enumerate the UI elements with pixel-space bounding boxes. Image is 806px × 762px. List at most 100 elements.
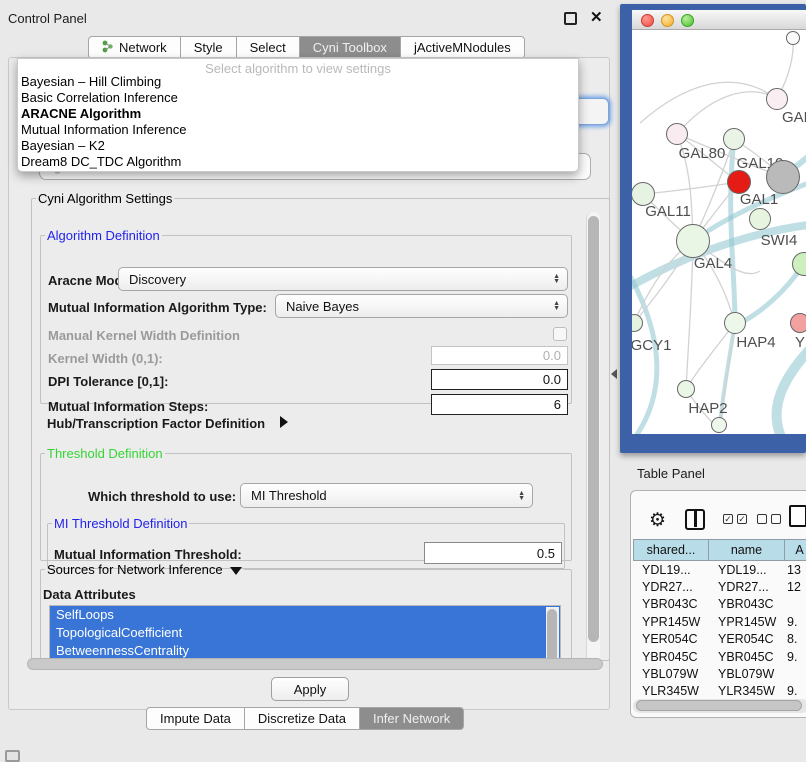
node-gal10[interactable] (723, 128, 745, 150)
scrollbar-thumb[interactable] (588, 216, 599, 642)
column-header-A[interactable]: A (785, 539, 806, 561)
node-label: GAL80 (679, 145, 726, 162)
float-window-icon[interactable] (564, 12, 577, 25)
deselect-all-icon[interactable] (771, 514, 781, 524)
table-row[interactable]: YDL19...YDL19...13 (633, 561, 806, 578)
minimize-window-icon[interactable] (661, 14, 674, 27)
table-row[interactable]: YLR345WYLR345W9. (633, 683, 806, 700)
zoom-window-icon[interactable] (681, 14, 694, 27)
algorithm-definition-title: Algorithm Definition (45, 228, 162, 243)
node-table: shared...nameA YDL19...YDL19...13YDR27..… (633, 539, 806, 718)
node-y[interactable] (790, 313, 806, 333)
control-panel-title: Control Panel (8, 11, 87, 26)
attribute-list-item[interactable]: TopologicalCoefficient (50, 624, 560, 642)
tab-jactivemnodules[interactable]: jActiveMNodules (401, 36, 525, 59)
node-swi4[interactable] (749, 208, 771, 230)
node-hap2[interactable] (677, 380, 695, 398)
panel-collapse-arrow-icon[interactable] (611, 369, 617, 379)
network-canvas[interactable]: GALGAL80GAL10GAL1GAL11SWI4GAL4GCY1HAP4YH… (632, 31, 806, 434)
network-window-frame[interactable]: GALGAL80GAL10GAL1GAL11SWI4GAL4GCY1HAP4YH… (620, 4, 806, 453)
tab-label: Network (119, 40, 167, 55)
kernel-width-field[interactable]: 0.0 (431, 346, 568, 365)
close-window-icon[interactable] (641, 14, 654, 27)
node[interactable] (711, 417, 727, 433)
manual-kernel-checkbox[interactable] (553, 327, 567, 341)
dropdown-item[interactable]: Mutual Information Inference (18, 122, 578, 138)
table-row[interactable]: YBR043CYBR043C (633, 596, 806, 613)
table-row[interactable]: YDR27...YDR27...12 (633, 578, 806, 595)
node-gal[interactable] (766, 88, 788, 110)
close-panel-icon[interactable]: ✕ (590, 8, 603, 26)
table-cell: 8. (785, 631, 806, 648)
tab-network[interactable]: Network (88, 36, 181, 59)
select-all-icon[interactable]: ✓ (737, 514, 747, 524)
aracne-mode-value: Discovery (129, 272, 186, 287)
deselect-all-icon[interactable] (757, 514, 767, 524)
table-horizontal-scrollbar[interactable] (633, 699, 806, 713)
tab-infer-network[interactable]: Infer Network (360, 707, 464, 730)
table-row[interactable]: YPR145WYPR145W9. (633, 613, 806, 630)
dropdown-item[interactable]: Bayesian – Hill Climbing (18, 74, 578, 90)
table-row[interactable]: YER054CYER054C8. (633, 631, 806, 648)
mi-algorithm-type-combobox[interactable]: Naive Bayes ▲▼ (275, 294, 568, 318)
mi-steps-field[interactable]: 6 (431, 394, 568, 415)
minimized-panel-icon[interactable] (5, 750, 20, 762)
node-hap4[interactable] (724, 312, 746, 334)
mi-threshold-definition-title: MI Threshold Definition (52, 516, 189, 531)
dropdown-item[interactable]: Dream8 DC_TDC Algorithm (18, 154, 578, 170)
dpi-tolerance-field[interactable]: 0.0 (431, 369, 568, 390)
column-browser-icon[interactable] (685, 509, 705, 530)
table-cell: YDR27... (633, 578, 709, 595)
tab-select[interactable]: Select (237, 36, 300, 59)
aracne-mode-combobox[interactable]: Discovery ▲▼ (118, 267, 568, 291)
table-panel-title: Table Panel (637, 466, 705, 481)
threshold-definition-title: Threshold Definition (45, 446, 165, 461)
hub-definition-label[interactable]: Hub/Transcription Factor Definition (47, 416, 265, 431)
stepper-icon: ▲▼ (553, 301, 560, 311)
tab-discretize-data[interactable]: Discretize Data (245, 707, 360, 730)
table-cell: YER054C (709, 631, 785, 648)
mi-threshold-field[interactable]: 0.5 (424, 542, 562, 564)
table-cell: YDL19... (709, 561, 785, 578)
node[interactable] (766, 160, 800, 194)
table-cell: 9. (785, 648, 806, 665)
tab-style[interactable]: Style (181, 36, 237, 59)
expand-arrow-icon[interactable] (280, 416, 288, 428)
settings-horizontal-scrollbar[interactable] (27, 658, 603, 670)
table-panel: ⚙ ✓ ✓ shared...nameA YDL19...YDL19...13Y… (630, 490, 806, 718)
sources-group-title[interactable]: Sources for Network Inference (45, 562, 244, 577)
dropdown-item[interactable]: Bayesian – K2 (18, 138, 578, 154)
node[interactable] (786, 31, 800, 45)
settings-vertical-scrollbar[interactable] (586, 212, 600, 664)
tab-impute-data[interactable]: Impute Data (146, 707, 245, 730)
table-cell: 12 (785, 578, 806, 595)
apply-button[interactable]: Apply (271, 677, 349, 701)
column-header-shared...[interactable]: shared... (633, 539, 709, 561)
select-all-icon[interactable]: ✓ (723, 514, 733, 524)
collapse-arrow-icon[interactable] (230, 567, 242, 575)
node-gal4[interactable] (676, 224, 710, 258)
dropdown-item[interactable]: ARACNE Algorithm (18, 106, 578, 122)
column-header-name[interactable]: name (709, 539, 785, 561)
table-row[interactable]: YBL079WYBL079W (633, 665, 806, 682)
node-label: HAP2 (688, 400, 727, 417)
attribute-list-item[interactable]: SelfLoops (50, 606, 560, 624)
tab-cyni-toolbox[interactable]: Cyni Toolbox (300, 36, 401, 59)
mi-type-value: Naive Bayes (286, 299, 359, 314)
gear-icon[interactable]: ⚙ (649, 509, 666, 532)
table-cell: YBL079W (709, 665, 785, 682)
document-icon[interactable] (789, 505, 806, 527)
table-cell: YLR345W (633, 683, 709, 700)
tab-label: jActiveMNodules (414, 40, 511, 55)
data-attributes-list[interactable]: SelfLoopsTopologicalCoefficientBetweenne… (49, 605, 561, 666)
node-label: GAL11 (645, 203, 691, 220)
network-window-titlebar[interactable] (632, 10, 806, 30)
kernel-width-label: Kernel Width (0,1): (48, 351, 163, 366)
dropdown-item[interactable]: Basic Correlation Inference (18, 90, 578, 106)
node-label: Y (795, 334, 805, 351)
table-row[interactable]: YBR045CYBR045C9. (633, 648, 806, 665)
node-gal80[interactable] (666, 123, 688, 145)
which-threshold-combobox[interactable]: MI Threshold ▲▼ (240, 483, 533, 508)
table-cell: YBR045C (633, 648, 709, 665)
tab-label: Select (250, 40, 286, 55)
